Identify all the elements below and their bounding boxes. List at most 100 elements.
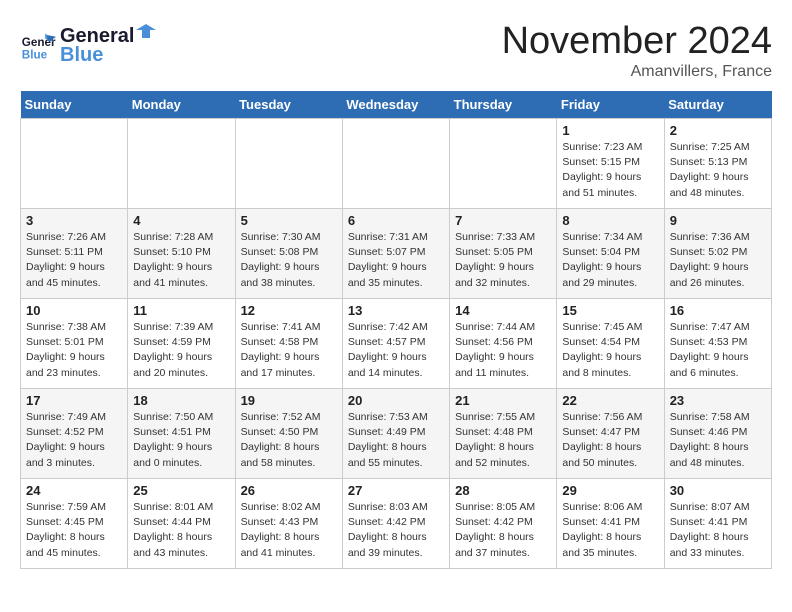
calendar-cell: 11 Sunrise: 7:39 AM Sunset: 4:59 PM Dayli… bbox=[128, 299, 235, 389]
calendar-cell: 5 Sunrise: 7:30 AM Sunset: 5:08 PM Daylig… bbox=[235, 209, 342, 299]
day-number: 9 bbox=[670, 213, 766, 228]
logo-icon: General Blue bbox=[20, 26, 56, 62]
calendar-cell: 17 Sunrise: 7:49 AM Sunset: 4:52 PM Dayli… bbox=[21, 389, 128, 479]
calendar-cell bbox=[21, 119, 128, 209]
day-number: 3 bbox=[26, 213, 122, 228]
day-info: Sunrise: 7:56 AM Sunset: 4:47 PM Dayligh… bbox=[562, 410, 658, 471]
calendar-cell bbox=[342, 119, 449, 209]
title-block: November 2024 Amanvillers, France bbox=[502, 20, 772, 81]
day-number: 10 bbox=[26, 303, 122, 318]
day-number: 12 bbox=[241, 303, 337, 318]
calendar-cell: 1 Sunrise: 7:23 AM Sunset: 5:15 PM Daylig… bbox=[557, 119, 664, 209]
svg-text:Blue: Blue bbox=[22, 48, 48, 61]
calendar-cell bbox=[450, 119, 557, 209]
day-number: 7 bbox=[455, 213, 551, 228]
calendar-cell: 10Sunrise: 7:38 AM Sunset: 5:01 PM Dayli… bbox=[21, 299, 128, 389]
calendar-cell: 16 Sunrise: 7:47 AM Sunset: 4:53 PM Dayli… bbox=[664, 299, 771, 389]
header-sunday: Sunday bbox=[21, 91, 128, 119]
calendar-table: SundayMondayTuesdayWednesdayThursdayFrid… bbox=[20, 91, 772, 569]
calendar-cell: 28 Sunrise: 8:05 AM Sunset: 4:42 PM Dayli… bbox=[450, 479, 557, 569]
day-info: Sunrise: 8:02 AM Sunset: 4:43 PM Dayligh… bbox=[241, 500, 337, 561]
day-info: Sunrise: 8:07 AM Sunset: 4:41 PM Dayligh… bbox=[670, 500, 766, 561]
day-number: 6 bbox=[348, 213, 444, 228]
day-number: 29 bbox=[562, 483, 658, 498]
header-tuesday: Tuesday bbox=[235, 91, 342, 119]
day-info: Sunrise: 7:25 AM Sunset: 5:13 PM Dayligh… bbox=[670, 140, 766, 201]
calendar-cell: 19 Sunrise: 7:52 AM Sunset: 4:50 PM Dayli… bbox=[235, 389, 342, 479]
day-number: 28 bbox=[455, 483, 551, 498]
day-number: 22 bbox=[562, 393, 658, 408]
day-info: Sunrise: 7:41 AM Sunset: 4:58 PM Dayligh… bbox=[241, 320, 337, 381]
calendar-cell: 23 Sunrise: 7:58 AM Sunset: 4:46 PM Dayli… bbox=[664, 389, 771, 479]
day-info: Sunrise: 7:33 AM Sunset: 5:05 PM Dayligh… bbox=[455, 230, 551, 291]
calendar-cell: 4 Sunrise: 7:28 AM Sunset: 5:10 PM Daylig… bbox=[128, 209, 235, 299]
page-header: General Blue General Blue November 2024 … bbox=[20, 20, 772, 81]
day-info: Sunrise: 7:49 AM Sunset: 4:52 PM Dayligh… bbox=[26, 410, 122, 471]
header-wednesday: Wednesday bbox=[342, 91, 449, 119]
calendar-cell: 21 Sunrise: 7:55 AM Sunset: 4:48 PM Dayli… bbox=[450, 389, 557, 479]
calendar-week-row: 17 Sunrise: 7:49 AM Sunset: 4:52 PM Dayli… bbox=[21, 389, 772, 479]
day-info: Sunrise: 7:34 AM Sunset: 5:04 PM Dayligh… bbox=[562, 230, 658, 291]
calendar-cell: 29 Sunrise: 8:06 AM Sunset: 4:41 PM Dayli… bbox=[557, 479, 664, 569]
calendar-cell: 3 Sunrise: 7:26 AM Sunset: 5:11 PM Daylig… bbox=[21, 209, 128, 299]
calendar-cell: 20 Sunrise: 7:53 AM Sunset: 4:49 PM Dayli… bbox=[342, 389, 449, 479]
calendar-cell: 15 Sunrise: 7:45 AM Sunset: 4:54 PM Dayli… bbox=[557, 299, 664, 389]
calendar-cell: 2Sunrise: 7:25 AM Sunset: 5:13 PM Daylig… bbox=[664, 119, 771, 209]
calendar-cell: 14 Sunrise: 7:44 AM Sunset: 4:56 PM Dayli… bbox=[450, 299, 557, 389]
day-number: 18 bbox=[133, 393, 229, 408]
header-monday: Monday bbox=[128, 91, 235, 119]
day-number: 1 bbox=[562, 123, 658, 138]
day-number: 15 bbox=[562, 303, 658, 318]
day-info: Sunrise: 7:47 AM Sunset: 4:53 PM Dayligh… bbox=[670, 320, 766, 381]
day-number: 21 bbox=[455, 393, 551, 408]
day-info: Sunrise: 7:39 AM Sunset: 4:59 PM Dayligh… bbox=[133, 320, 229, 381]
calendar-week-row: 1 Sunrise: 7:23 AM Sunset: 5:15 PM Daylig… bbox=[21, 119, 772, 209]
calendar-cell: 18Sunrise: 7:50 AM Sunset: 4:51 PM Dayli… bbox=[128, 389, 235, 479]
logo: General Blue General Blue bbox=[20, 20, 160, 67]
day-info: Sunrise: 7:42 AM Sunset: 4:57 PM Dayligh… bbox=[348, 320, 444, 381]
calendar-week-row: 3 Sunrise: 7:26 AM Sunset: 5:11 PM Daylig… bbox=[21, 209, 772, 299]
calendar-cell: 8Sunrise: 7:34 AM Sunset: 5:04 PM Daylig… bbox=[557, 209, 664, 299]
calendar-cell bbox=[128, 119, 235, 209]
day-info: Sunrise: 7:36 AM Sunset: 5:02 PM Dayligh… bbox=[670, 230, 766, 291]
day-info: Sunrise: 7:44 AM Sunset: 4:56 PM Dayligh… bbox=[455, 320, 551, 381]
day-info: Sunrise: 7:52 AM Sunset: 4:50 PM Dayligh… bbox=[241, 410, 337, 471]
day-info: Sunrise: 8:06 AM Sunset: 4:41 PM Dayligh… bbox=[562, 500, 658, 561]
location: Amanvillers, France bbox=[502, 63, 772, 81]
header-thursday: Thursday bbox=[450, 91, 557, 119]
day-number: 14 bbox=[455, 303, 551, 318]
day-info: Sunrise: 7:23 AM Sunset: 5:15 PM Dayligh… bbox=[562, 140, 658, 201]
day-info: Sunrise: 7:31 AM Sunset: 5:07 PM Dayligh… bbox=[348, 230, 444, 291]
day-number: 11 bbox=[133, 303, 229, 318]
calendar-cell: 27Sunrise: 8:03 AM Sunset: 4:42 PM Dayli… bbox=[342, 479, 449, 569]
day-number: 23 bbox=[670, 393, 766, 408]
logo-bird bbox=[136, 20, 158, 42]
calendar-cell: 7 Sunrise: 7:33 AM Sunset: 5:05 PM Daylig… bbox=[450, 209, 557, 299]
day-info: Sunrise: 7:58 AM Sunset: 4:46 PM Dayligh… bbox=[670, 410, 766, 471]
calendar-cell: 6 Sunrise: 7:31 AM Sunset: 5:07 PM Daylig… bbox=[342, 209, 449, 299]
calendar-cell: 12 Sunrise: 7:41 AM Sunset: 4:58 PM Dayli… bbox=[235, 299, 342, 389]
day-number: 5 bbox=[241, 213, 337, 228]
header-saturday: Saturday bbox=[664, 91, 771, 119]
day-info: Sunrise: 7:30 AM Sunset: 5:08 PM Dayligh… bbox=[241, 230, 337, 291]
day-info: Sunrise: 7:28 AM Sunset: 5:10 PM Dayligh… bbox=[133, 230, 229, 291]
day-info: Sunrise: 8:03 AM Sunset: 4:42 PM Dayligh… bbox=[348, 500, 444, 561]
day-number: 24 bbox=[26, 483, 122, 498]
month-title: November 2024 bbox=[502, 20, 772, 63]
day-info: Sunrise: 8:05 AM Sunset: 4:42 PM Dayligh… bbox=[455, 500, 551, 561]
day-info: Sunrise: 8:01 AM Sunset: 4:44 PM Dayligh… bbox=[133, 500, 229, 561]
day-number: 4 bbox=[133, 213, 229, 228]
day-info: Sunrise: 7:55 AM Sunset: 4:48 PM Dayligh… bbox=[455, 410, 551, 471]
day-info: Sunrise: 7:26 AM Sunset: 5:11 PM Dayligh… bbox=[26, 230, 122, 291]
day-number: 17 bbox=[26, 393, 122, 408]
calendar-cell: 9 Sunrise: 7:36 AM Sunset: 5:02 PM Daylig… bbox=[664, 209, 771, 299]
day-info: Sunrise: 7:59 AM Sunset: 4:45 PM Dayligh… bbox=[26, 500, 122, 561]
calendar-cell bbox=[235, 119, 342, 209]
day-number: 20 bbox=[348, 393, 444, 408]
day-info: Sunrise: 7:53 AM Sunset: 4:49 PM Dayligh… bbox=[348, 410, 444, 471]
day-info: Sunrise: 7:45 AM Sunset: 4:54 PM Dayligh… bbox=[562, 320, 658, 381]
day-number: 16 bbox=[670, 303, 766, 318]
day-number: 19 bbox=[241, 393, 337, 408]
day-number: 30 bbox=[670, 483, 766, 498]
calendar-cell: 26Sunrise: 8:02 AM Sunset: 4:43 PM Dayli… bbox=[235, 479, 342, 569]
